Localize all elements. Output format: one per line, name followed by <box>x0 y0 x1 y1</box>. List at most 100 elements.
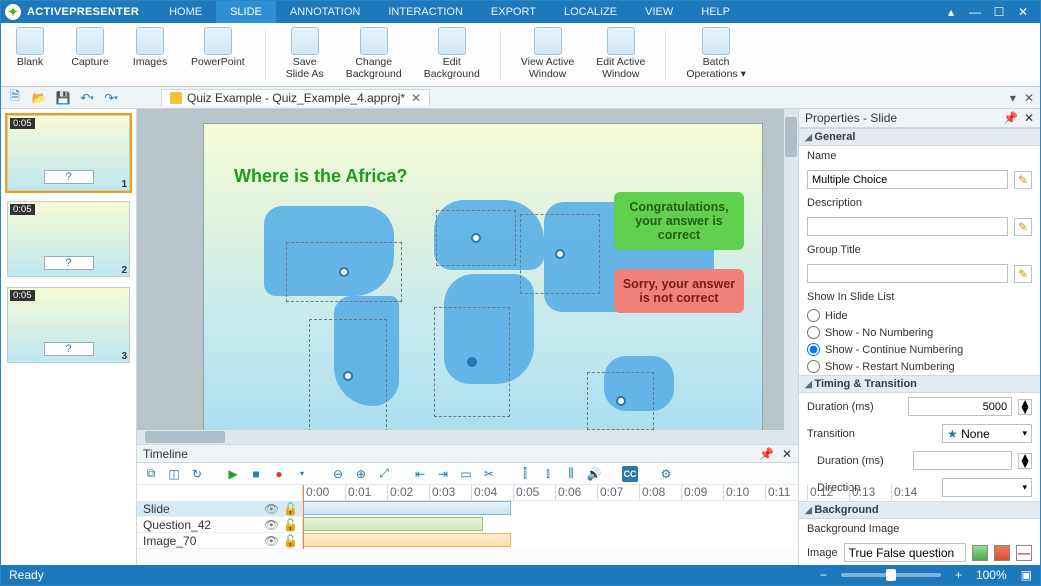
tl-zoomout-icon[interactable]: ⊖ <box>330 466 346 482</box>
tl-group3-icon[interactable]: ⫼ <box>563 466 579 482</box>
timeline-pin-icon[interactable]: 📌 <box>759 447 774 461</box>
image-combo[interactable]: True False question <box>844 543 966 562</box>
tdur-down[interactable]: ▼ <box>1019 461 1031 468</box>
new-icon[interactable]: 🗎 <box>7 90 23 106</box>
tl-group2-icon[interactable]: ⫾ <box>540 466 556 482</box>
track-image_70[interactable]: Image_70👁🔓 <box>137 533 302 549</box>
slide-thumb-2[interactable]: ?0:052 <box>5 199 132 279</box>
slide-thumb-3[interactable]: ?0:053 <box>5 285 132 365</box>
tl-insert-icon[interactable]: ⧉ <box>143 466 159 482</box>
playhead[interactable] <box>303 485 304 549</box>
bg-remove[interactable]: — <box>1016 545 1032 561</box>
tl-play-button[interactable]: ▶ <box>225 466 241 482</box>
tl-group1-icon[interactable]: ⫿ <box>517 466 533 482</box>
section-timing[interactable]: Timing & Transition <box>799 375 1040 393</box>
tl-cc-icon[interactable]: CC <box>622 466 638 482</box>
group-edit-button[interactable]: ✎ <box>1014 265 1032 283</box>
panel-close-icon[interactable]: ✕ <box>1024 91 1034 105</box>
tl-zoomfit-icon[interactable]: ⤢ <box>376 466 392 482</box>
clip-question[interactable] <box>303 517 483 531</box>
showlist-option-0[interactable]: Hide <box>799 307 1040 324</box>
dur-down[interactable]: ▼ <box>1019 407 1031 414</box>
canvas-h-scrollbar[interactable] <box>137 430 784 444</box>
ribbon-save-slide-as[interactable]: Save Slide As <box>282 25 328 84</box>
redo-icon[interactable]: ↷▾ <box>103 90 119 106</box>
tl-split-icon[interactable]: ◫ <box>166 466 182 482</box>
track-question_42[interactable]: Question_42👁🔓 <box>137 517 302 533</box>
zoom-out-button[interactable]: − <box>820 568 827 582</box>
direction-combo[interactable]: ▾ <box>942 478 1032 497</box>
timeline-ruler[interactable]: 0:000:010:020:030:040:050:060:070:080:09… <box>303 485 798 501</box>
open-icon[interactable]: 📂 <box>31 90 47 106</box>
menu-tab-interaction[interactable]: INTERACTION <box>374 1 477 23</box>
tl-record-button[interactable]: ● <box>271 466 287 482</box>
props-close-icon[interactable]: ✕ <box>1024 111 1034 125</box>
clip-image[interactable] <box>303 533 511 547</box>
ribbon-change-background[interactable]: Change Background <box>342 25 406 84</box>
slide[interactable]: Where is the Africa? Con <box>203 123 763 444</box>
save-icon[interactable]: 💾 <box>55 90 71 106</box>
menu-tab-localize[interactable]: LOCALIZE <box>550 1 631 23</box>
clip-slide[interactable] <box>303 501 511 515</box>
eye-icon[interactable]: 👁 <box>264 502 279 516</box>
ribbon-blank[interactable]: Blank <box>7 25 53 84</box>
tl-settings-icon[interactable]: ⚙ <box>658 466 674 482</box>
menu-tab-export[interactable]: EXPORT <box>477 1 550 23</box>
ribbon-batch-operations-[interactable]: Batch Operations ▾ <box>682 25 750 84</box>
ribbon-powerpoint[interactable]: PowerPoint <box>187 25 249 84</box>
canvas-v-scrollbar[interactable] <box>784 109 798 444</box>
close-button[interactable]: ✕ <box>1016 5 1030 19</box>
hotspot-eu[interactable] <box>436 210 516 266</box>
panel-options-icon[interactable]: ▾ <box>1010 91 1016 105</box>
hotspot-as[interactable] <box>520 214 600 294</box>
document-tab[interactable]: Quiz Example - Quiz_Example_4.approj* ✕ <box>161 89 430 106</box>
duration-input[interactable] <box>908 397 1013 416</box>
eye-icon[interactable]: 👁 <box>264 534 279 548</box>
zoom-slider[interactable] <box>841 573 941 577</box>
tl-snap2-icon[interactable]: ⇥ <box>435 466 451 482</box>
showlist-option-2[interactable]: Show - Continue Numbering <box>799 341 1040 358</box>
lock-icon[interactable]: 🔓 <box>283 502 298 516</box>
bg-swatch-1[interactable] <box>972 545 988 561</box>
tl-zoomin-icon[interactable]: ⊕ <box>353 466 369 482</box>
tl-rec-drop-icon[interactable]: ▾ <box>294 466 310 482</box>
menu-tab-slide[interactable]: SLIDE <box>216 1 276 23</box>
menu-tab-home[interactable]: HOME <box>155 1 216 23</box>
desc-input[interactable] <box>807 217 1008 236</box>
ribbon-edit-active-window[interactable]: Edit Active Window <box>592 25 649 84</box>
slide-thumb-1[interactable]: ?0:051 <box>5 113 132 193</box>
tl-cut-icon[interactable]: ✂ <box>481 466 497 482</box>
maximize-button[interactable]: ☐ <box>992 5 1006 19</box>
ribbon-capture[interactable]: Capture <box>67 25 113 84</box>
zoom-fit-button[interactable]: ▣ <box>1021 568 1032 582</box>
tl-audio-icon[interactable]: 🔊 <box>586 466 602 482</box>
lock-icon[interactable]: 🔓 <box>283 534 298 548</box>
undo-icon[interactable]: ↶▾ <box>79 90 95 106</box>
eye-icon[interactable]: 👁 <box>264 518 279 532</box>
menu-tab-view[interactable]: VIEW <box>631 1 687 23</box>
hotspot-sa[interactable] <box>309 319 387 432</box>
ribbon-images[interactable]: Images <box>127 25 173 84</box>
name-edit-button[interactable]: ✎ <box>1014 171 1032 189</box>
track-slide[interactable]: Slide👁🔓 <box>137 501 302 517</box>
lock-icon[interactable]: 🔓 <box>283 518 298 532</box>
showlist-option-3[interactable]: Show - Restart Numbering <box>799 358 1040 375</box>
hotspot-af[interactable] <box>434 307 510 417</box>
minimize-button[interactable]: — <box>968 5 982 19</box>
props-pin-icon[interactable]: 📌 <box>1003 111 1018 125</box>
name-input[interactable] <box>807 170 1008 189</box>
tl-snap-icon[interactable]: ⇤ <box>412 466 428 482</box>
feedback-correct[interactable]: Congratulations, your answer is correct <box>614 192 744 250</box>
feedback-incorrect[interactable]: Sorry, your answer is not correct <box>614 269 744 313</box>
ribbon-edit-background[interactable]: Edit Background <box>420 25 484 84</box>
menu-tab-help[interactable]: HELP <box>687 1 744 23</box>
section-background[interactable]: Background <box>799 501 1040 519</box>
showlist-option-1[interactable]: Show - No Numbering <box>799 324 1040 341</box>
dropdown-icon[interactable]: ▴ <box>944 5 958 19</box>
group-input[interactable] <box>807 264 1008 283</box>
hotspot-au[interactable] <box>587 372 654 430</box>
section-general[interactable]: General <box>799 128 1040 146</box>
desc-edit-button[interactable]: ✎ <box>1014 218 1032 236</box>
ribbon-view-active-window[interactable]: View Active Window <box>517 25 579 84</box>
tl-stop-button[interactable]: ■ <box>248 466 264 482</box>
